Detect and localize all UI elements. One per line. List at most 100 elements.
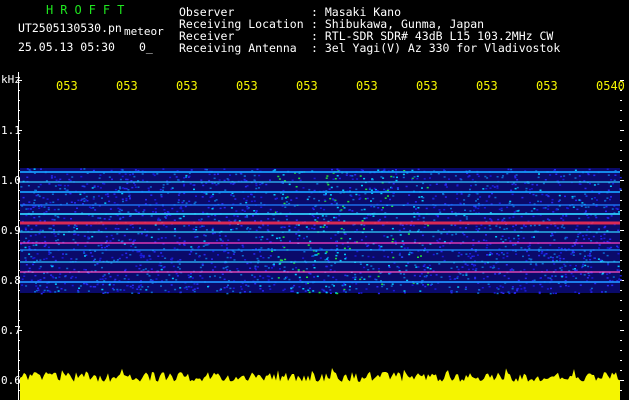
noise-speck <box>563 263 566 266</box>
noise-speck <box>121 254 124 256</box>
noise-speck <box>70 258 73 260</box>
noise-speck <box>488 196 491 198</box>
noise-speck <box>120 209 123 212</box>
noise-speck <box>126 178 129 181</box>
noise-speck <box>125 256 128 259</box>
noise-speck <box>99 187 102 189</box>
noise-speck <box>27 208 30 210</box>
noise-speck <box>480 224 483 226</box>
noise-speck <box>140 232 143 235</box>
noise-speck <box>378 247 381 250</box>
noise-speck <box>227 239 230 241</box>
noise-speck <box>573 251 575 254</box>
noise-speck <box>57 233 60 235</box>
noise-speck <box>414 201 417 203</box>
noise-speck <box>352 276 355 279</box>
noise-speck <box>617 265 620 268</box>
noise-speck <box>340 237 343 240</box>
noise-speck <box>24 257 27 259</box>
noise-speck <box>479 196 482 198</box>
noise-speck <box>614 174 617 176</box>
noise-speck <box>429 184 432 186</box>
noise-speck <box>25 285 28 287</box>
noise-speck <box>288 183 291 186</box>
noise-speck <box>576 208 579 211</box>
noise-speck <box>150 215 153 217</box>
noise-speck <box>611 208 614 210</box>
noise-speck <box>396 265 399 268</box>
noise-speck <box>581 265 584 268</box>
noise-speck <box>557 200 560 203</box>
noise-speck <box>83 235 86 237</box>
noise-speck <box>101 197 103 199</box>
noise-speck <box>99 174 102 176</box>
noise-speck <box>210 262 213 265</box>
noise-speck <box>489 266 492 268</box>
noise-speck <box>303 251 306 253</box>
noise-speck <box>606 240 609 243</box>
noise-speck <box>422 265 425 267</box>
noise-speck <box>147 286 150 288</box>
noise-speck <box>123 278 126 280</box>
noise-speck <box>57 239 60 241</box>
noise-speck <box>190 272 192 275</box>
noise-speck <box>587 206 590 208</box>
noise-speck <box>144 228 146 231</box>
noise-speck <box>481 266 484 268</box>
noise-speck <box>302 288 305 290</box>
noise-speck <box>134 184 137 186</box>
noise-speck <box>438 209 441 211</box>
noise-speck <box>198 256 201 258</box>
noise-speck <box>336 185 339 188</box>
noise-speck <box>408 194 411 196</box>
noise-speck <box>92 198 95 200</box>
noise-speck <box>456 184 459 186</box>
noise-speck <box>530 210 533 212</box>
noise-speck <box>27 185 30 187</box>
noise-speck <box>38 215 41 218</box>
noise-speck <box>260 247 263 249</box>
noise-speck <box>193 290 196 293</box>
noise-speck <box>533 224 536 227</box>
noise-speck <box>457 268 460 271</box>
noise-speck <box>149 279 152 281</box>
noise-speck <box>399 252 401 255</box>
noise-speck <box>435 183 438 185</box>
noise-speck <box>606 277 609 279</box>
noise-speck <box>264 265 267 267</box>
noise-speck <box>107 195 110 198</box>
noise-speck <box>228 219 231 222</box>
noise-speck <box>421 244 424 246</box>
noise-speck <box>218 220 220 222</box>
noise-speck <box>574 177 577 179</box>
noise-speck <box>135 265 138 267</box>
noise-speck <box>607 217 610 219</box>
noise-speck <box>363 177 366 180</box>
noise-speck <box>552 256 554 259</box>
noise-speck <box>22 196 25 199</box>
noise-speck <box>73 226 76 229</box>
noise-speck <box>313 224 316 226</box>
noise-speck <box>145 235 148 237</box>
noise-speck <box>540 252 543 255</box>
noise-speck <box>435 274 438 276</box>
noise-speck <box>459 273 462 275</box>
noise-speck <box>590 266 593 268</box>
noise-speck <box>157 238 160 240</box>
noise-speck <box>309 240 312 243</box>
noise-speck <box>64 289 67 291</box>
noise-speck <box>552 211 555 213</box>
noise-speck <box>32 211 34 213</box>
noise-speck <box>278 263 281 265</box>
noise-speck <box>90 207 93 209</box>
noise-speck <box>112 237 115 240</box>
noise-speck <box>494 196 497 199</box>
noise-speck <box>38 267 41 270</box>
noise-speck <box>360 169 363 171</box>
noise-speck <box>39 265 42 268</box>
noise-speck <box>346 275 349 277</box>
noise-speck <box>408 251 411 254</box>
noise-speck <box>162 224 165 226</box>
noise-speck <box>63 217 66 220</box>
noise-speck <box>489 175 492 177</box>
